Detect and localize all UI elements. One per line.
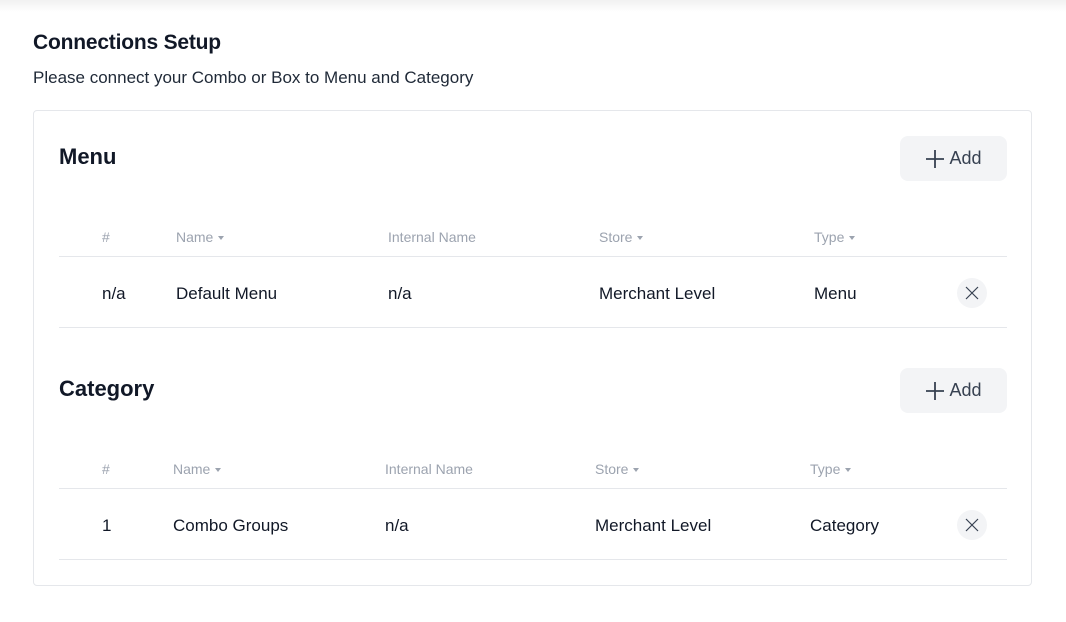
column-header-number: #	[102, 229, 110, 245]
category-table-header: # Name Internal Name Store Type	[59, 448, 1007, 489]
column-header-number: #	[102, 461, 110, 477]
menu-section-title: Menu	[59, 144, 117, 169]
category-section-title: Category	[59, 376, 155, 401]
add-menu-button[interactable]: Add	[900, 136, 1007, 181]
add-category-label: Add	[949, 380, 982, 400]
caret-down-icon	[637, 236, 644, 240]
remove-category-button[interactable]	[957, 510, 987, 540]
top-shadow	[0, 0, 1066, 12]
table-row: n/a Default Menu n/a Merchant Level Menu	[59, 257, 1007, 328]
menu-table: # Name Internal Name Store Type n/a Defa…	[59, 216, 1007, 328]
page-subtitle: Please connect your Combo or Box to Menu…	[33, 68, 474, 87]
cell-internal-name: n/a	[385, 516, 409, 535]
column-header-internal-name: Internal Name	[388, 229, 476, 245]
cell-name: Combo Groups	[173, 516, 289, 535]
cell-store: Merchant Level	[599, 284, 716, 303]
remove-menu-button[interactable]	[957, 278, 987, 308]
close-icon	[965, 518, 979, 532]
column-header-name[interactable]: Name	[173, 461, 222, 477]
page-title: Connections Setup	[33, 31, 221, 54]
category-table: # Name Internal Name Store Type 1 Combo …	[59, 448, 1007, 560]
cell-name: Default Menu	[176, 284, 278, 303]
cell-number: n/a	[102, 284, 126, 303]
column-header-type[interactable]: Type	[814, 229, 856, 245]
cell-number: 1	[102, 516, 112, 535]
add-menu-label: Add	[949, 148, 982, 168]
table-row: 1 Combo Groups n/a Merchant Level Catego…	[59, 489, 1007, 560]
menu-table-header: # Name Internal Name Store Type	[59, 216, 1007, 257]
cell-type: Menu	[814, 284, 857, 303]
add-category-button[interactable]: Add	[900, 368, 1007, 413]
caret-down-icon	[218, 236, 225, 240]
close-icon	[965, 286, 979, 300]
caret-down-icon	[845, 468, 852, 472]
cell-store: Merchant Level	[595, 516, 712, 535]
column-header-internal-name: Internal Name	[385, 461, 473, 477]
column-header-store[interactable]: Store	[595, 461, 640, 477]
column-header-name[interactable]: Name	[176, 229, 225, 245]
caret-down-icon	[633, 468, 640, 472]
column-header-store[interactable]: Store	[599, 229, 644, 245]
cell-internal-name: n/a	[388, 284, 412, 303]
caret-down-icon	[849, 236, 856, 240]
plus-icon	[926, 381, 945, 400]
connections-card: Menu Add # Name Internal Name Store Type…	[33, 110, 1032, 586]
cell-type: Category	[810, 516, 879, 535]
column-header-type[interactable]: Type	[810, 461, 852, 477]
plus-icon	[926, 149, 945, 168]
caret-down-icon	[215, 468, 222, 472]
